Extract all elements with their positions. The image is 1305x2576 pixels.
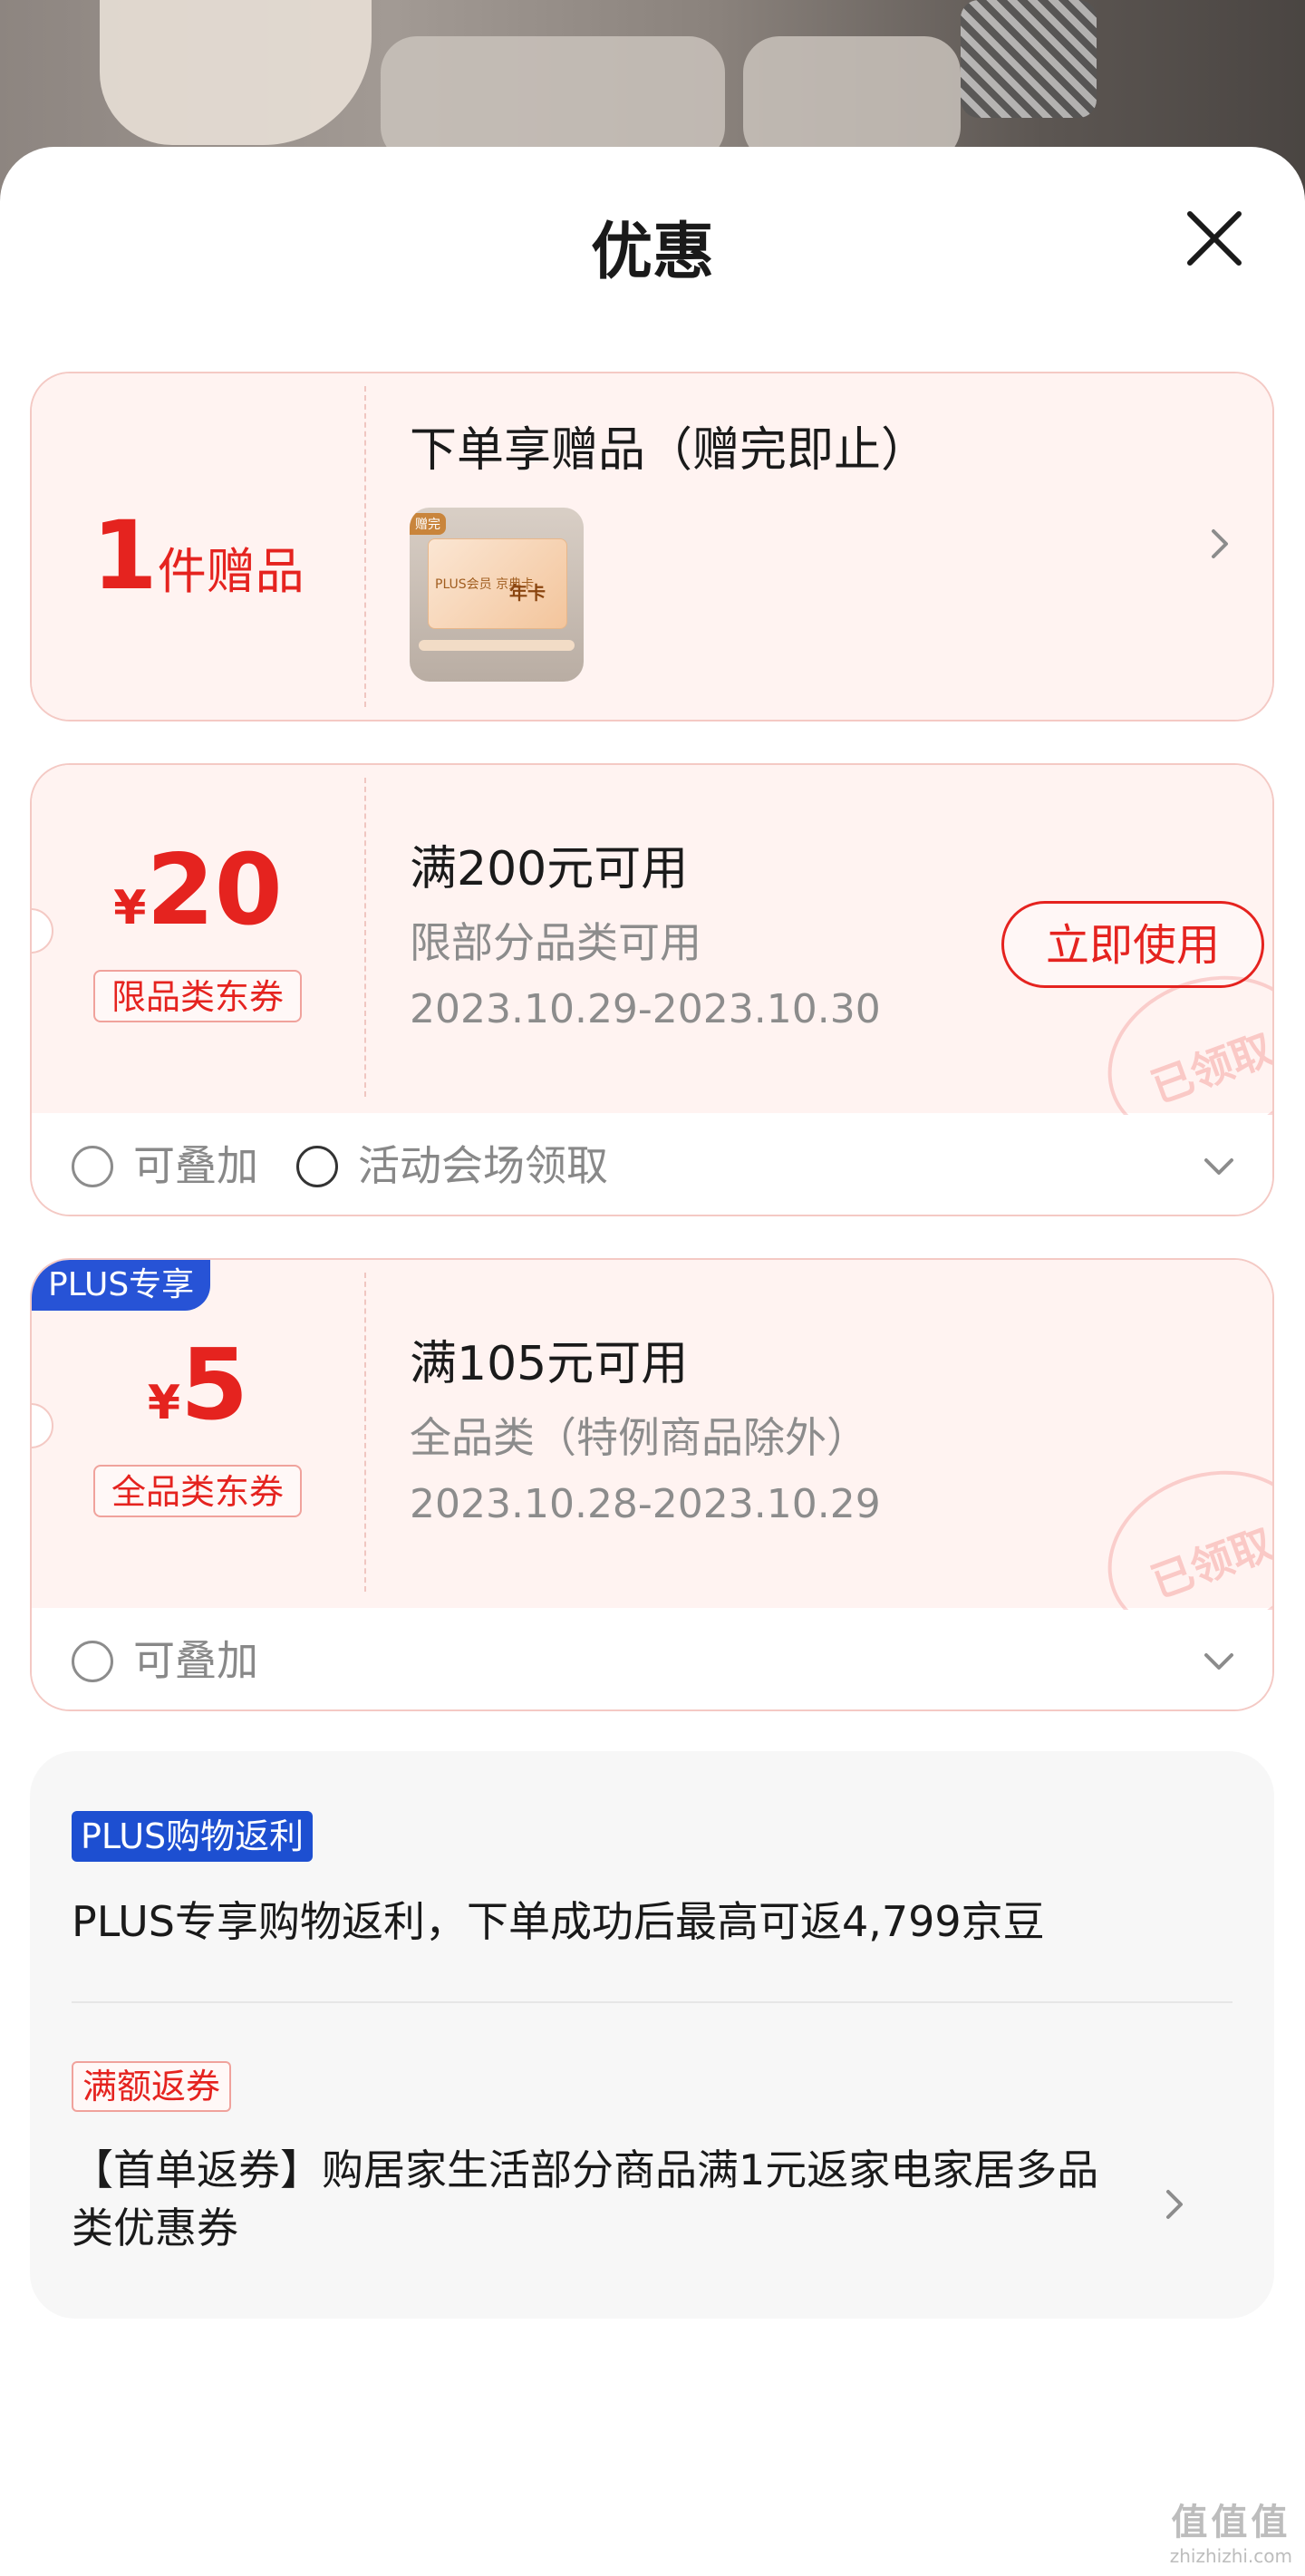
coupon-scope: 全品类（特例商品除外）: [410, 1413, 868, 1462]
coupon-footer[interactable]: 可叠加: [32, 1610, 1272, 1709]
site-watermark: 值值值 zhizhizhi.com: [1170, 2493, 1292, 2567]
backdrop-sofa-cushion: [743, 36, 961, 163]
gift-thumb-label: 年卡: [509, 582, 546, 604]
ticket-icon: [296, 1146, 338, 1187]
full-rebate-text[interactable]: 【首单返券】购居家生活部分商品满1元返家电家居多品类优惠券: [72, 2141, 1114, 2257]
full-rebate-tag: 满额返券: [72, 2061, 232, 2112]
chevron-right-icon[interactable]: [1155, 2186, 1192, 2223]
coupon-type-tag: 全品类东券: [93, 1465, 302, 1517]
chevron-right-icon: [1212, 529, 1228, 558]
coupon-scope: 限部分品类可用: [410, 918, 701, 967]
stackable-label: 可叠加: [133, 1636, 258, 1685]
sheet-title: 优惠: [590, 217, 714, 288]
stackable-label: 可叠加: [133, 1141, 258, 1190]
coupon-footer[interactable]: 可叠加 活动会场领取: [32, 1115, 1272, 1215]
gift-title: 下单享赠品（赠完即止）: [410, 423, 929, 478]
gift-card[interactable]: 1件赠品 下单享赠品（赠完即止） 赠完 PLUS会员 京典卡 年卡: [30, 372, 1274, 721]
card-divider: [364, 1273, 366, 1592]
gift-thumb-strip: [419, 640, 575, 651]
watermark-site: zhizhizhi.com: [1169, 2545, 1292, 2567]
coupon-validity: 2023.10.28-2023.10.29: [410, 1481, 881, 1527]
gift-count: 1件赠品: [32, 500, 364, 611]
coupon-threshold: 满200元可用: [410, 842, 689, 896]
gift-count-unit: 件赠品: [157, 543, 304, 600]
discount-sheet: 优惠 1件赠品 下单享赠品（赠完即止） 赠完 PLUS会员 京典卡 年卡 ¥20…: [0, 147, 1305, 2576]
stackable-icon: [72, 1641, 113, 1682]
card-divider: [364, 386, 366, 707]
currency-symbol: ¥: [147, 1376, 181, 1430]
watermark-logo: 值值值: [1171, 2502, 1291, 2543]
chevron-down-icon[interactable]: [1201, 1148, 1237, 1184]
backdrop-pillow: [961, 0, 1097, 118]
coupon-source: 活动会场领取: [358, 1141, 608, 1190]
coupon-card-5[interactable]: PLUS专享 ¥5 全品类东券 满105元可用 全品类（特例商品除外） 2023…: [30, 1258, 1274, 1711]
currency-symbol: ¥: [113, 881, 147, 935]
coupon-type-tag: 限品类东券: [93, 970, 302, 1022]
coupon-amount: ¥5: [32, 1329, 364, 1442]
backdrop-person: [100, 0, 372, 145]
gift-thumb-tag: 赠完: [410, 513, 446, 535]
card-divider: [364, 778, 366, 1097]
chevron-down-icon[interactable]: [1201, 1642, 1237, 1679]
stackable-icon: [72, 1146, 113, 1187]
backdrop-sofa: [381, 36, 725, 163]
plus-exclusive-badge: PLUS专享: [32, 1260, 211, 1311]
rebate-divider: [72, 2001, 1232, 2003]
close-icon: [1187, 211, 1242, 266]
rebate-panel: PLUS购物返利 PLUS专享购物返利，下单成功后最高可返4,799京豆 满额返…: [30, 1751, 1274, 2319]
coupon-card-20[interactable]: ¥20 限品类东券 满200元可用 限部分品类可用 2023.10.29-202…: [30, 763, 1274, 1216]
gift-count-number: 1: [92, 500, 158, 611]
coupon-validity: 2023.10.29-2023.10.30: [410, 986, 881, 1032]
coupon-value: 20: [146, 834, 283, 947]
plus-rebate-tag: PLUS购物返利: [72, 1811, 314, 1862]
gift-thumbnail[interactable]: 赠完 PLUS会员 京典卡 年卡: [410, 508, 584, 682]
close-button[interactable]: [1183, 207, 1246, 270]
plus-rebate-text: PLUS专享购物返利，下单成功后最高可返4,799京豆: [72, 1897, 1045, 1946]
coupon-threshold: 满105元可用: [410, 1337, 689, 1391]
coupon-value: 5: [180, 1329, 249, 1442]
coupon-amount: ¥20: [32, 834, 364, 947]
